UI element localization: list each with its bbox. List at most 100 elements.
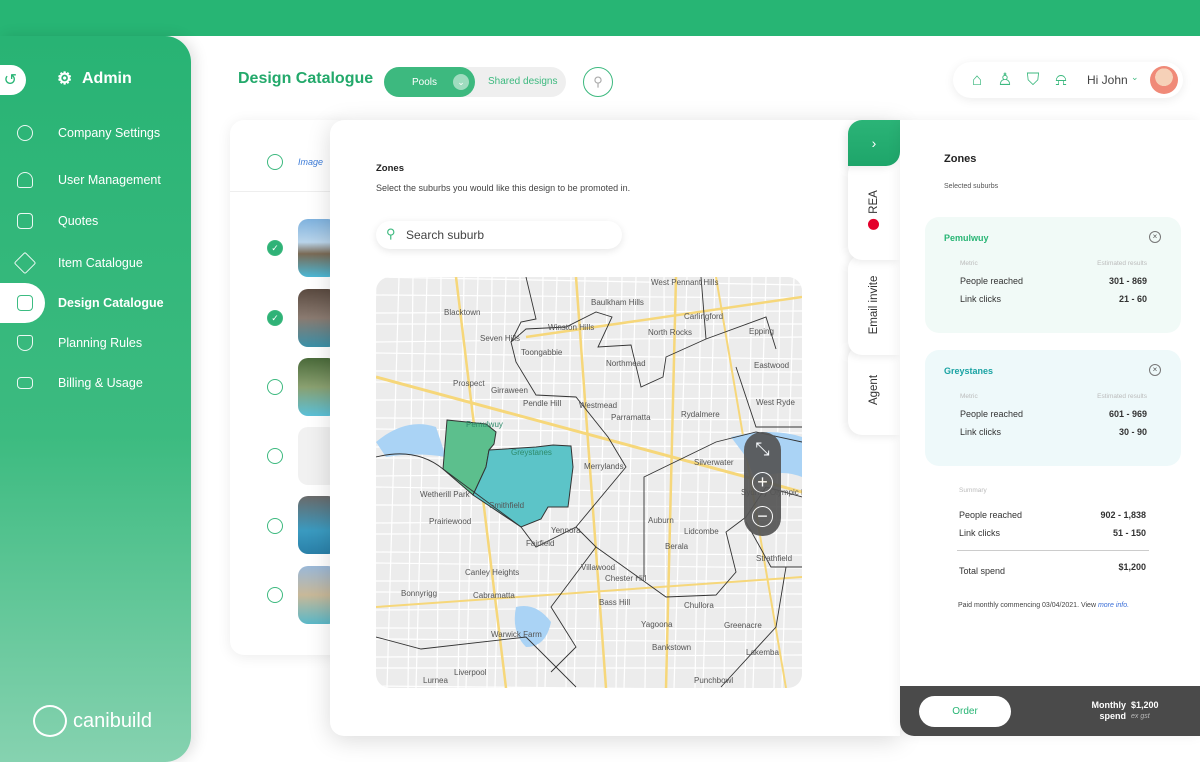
avatar[interactable] <box>1150 66 1178 94</box>
tab-agent[interactable]: Agent <box>848 345 900 435</box>
map-label: Carlingford <box>684 312 723 321</box>
sidebar-item-user-management[interactable]: User Management <box>0 160 191 200</box>
map-road <box>436 277 442 688</box>
tag-icon <box>13 251 37 275</box>
modal-title: Zones <box>376 163 404 174</box>
remove-suburb-button[interactable]: × <box>1149 231 1161 243</box>
shield-icon <box>17 335 33 351</box>
row-checkbox[interactable] <box>267 379 283 395</box>
undo-arrow-icon: ↺ <box>3 72 17 89</box>
tab-email-invite[interactable]: Email invite <box>848 255 900 355</box>
fullscreen-exit-icon[interactable]: ⤡ <box>752 440 773 461</box>
back-button[interactable]: ↺ <box>0 65 26 95</box>
tab-rea[interactable]: REA <box>848 160 900 260</box>
map-label: Merrylands <box>584 462 624 471</box>
map-label: Warwick Farm <box>491 630 542 639</box>
bookmark-icon[interactable]: ⛉ <box>1023 70 1043 90</box>
panel-subtitle: Selected suburbs <box>944 183 999 190</box>
wrench-icon <box>17 125 33 141</box>
map-label: Winston Hills <box>548 323 594 332</box>
user-bar: ⌂ ♙ ⛉ ⍾ Hi John ⌄ <box>953 62 1183 98</box>
map-road <box>376 310 802 314</box>
sidebar-item-design-catalogue[interactable]: Design Catalogue <box>0 283 191 323</box>
chevron-down-icon: ⌄ <box>453 74 469 90</box>
row-checkbox[interactable]: ✓ <box>267 310 283 326</box>
row-checkbox[interactable] <box>267 587 283 603</box>
summary-label: Summary <box>959 487 987 494</box>
zoom-in-button[interactable]: + <box>752 472 773 493</box>
remove-suburb-button[interactable]: × <box>1149 364 1161 376</box>
sidebar-item-company-settings[interactable]: Company Settings <box>0 113 191 153</box>
users-icon <box>17 172 33 188</box>
map-road <box>781 277 795 688</box>
metric-header: Metric Estimated results <box>960 393 1147 400</box>
top-bar <box>0 0 1200 36</box>
map-road <box>415 277 428 688</box>
divider <box>957 550 1149 551</box>
row-checkbox[interactable] <box>267 518 283 534</box>
bell-icon[interactable]: ⍾ <box>1051 70 1071 90</box>
suburb-name: Pemulwuy <box>944 233 989 243</box>
map-label: Chullora <box>684 601 714 610</box>
row-checkbox[interactable]: ✓ <box>267 240 283 256</box>
map-label: Canley Heights <box>465 568 519 577</box>
total-spend: Total spend $1,200 <box>959 562 1146 576</box>
sidebar-item-quotes[interactable]: Quotes <box>0 201 191 241</box>
map-controls: ⤡ + − <box>744 432 781 536</box>
order-button[interactable]: Order <box>919 696 1011 727</box>
catalogue-toggle[interactable]: Pools ⌄ Shared designs <box>384 67 566 97</box>
suburb-map[interactable]: West Pennant Hills Baulkham Hills Blacktow… <box>376 277 802 688</box>
metric-row: People reached 601 - 969 <box>960 409 1147 419</box>
map-label: Villawood <box>581 563 615 572</box>
logo-mark-icon <box>33 705 67 737</box>
summary-people: People reached 902 - 1,838 <box>959 510 1146 520</box>
water-lake <box>514 606 551 647</box>
more-info-link[interactable]: more info. <box>1098 602 1129 609</box>
search-button[interactable]: ⚲ <box>583 67 613 97</box>
map-label: Auburn <box>648 516 674 525</box>
zones-summary-panel: Zones Selected suburbs Pemulwuy × Metric… <box>900 120 1200 736</box>
chevron-down-icon[interactable]: ⌄ <box>1131 72 1139 83</box>
credit-card-icon <box>17 377 33 389</box>
map-label: Lakemba <box>746 648 779 657</box>
sidebar-item-item-catalogue[interactable]: Item Catalogue <box>0 243 191 283</box>
canibuild-logo: canibuild <box>33 705 152 737</box>
map-label: Seven Hills <box>480 334 520 343</box>
map-label: West Ryde <box>756 398 796 407</box>
suburb-name: Greystanes <box>944 366 994 376</box>
user-greeting[interactable]: Hi John <box>1087 73 1128 87</box>
map-label: Lurnea <box>423 676 448 685</box>
suburb-search-input[interactable]: ⚲ Search suburb <box>376 221 622 249</box>
map-canvas[interactable]: West Pennant Hills Baulkham Hills Blacktow… <box>376 277 802 688</box>
modal-subtitle: Select the suburbs you would like this d… <box>376 183 631 193</box>
map-label: Epping <box>749 327 774 336</box>
map-label: Strathfield <box>756 554 792 563</box>
row-checkbox[interactable] <box>267 448 283 464</box>
map-label: Eastwood <box>754 361 789 370</box>
map-label: Berala <box>665 542 689 551</box>
map-label: Westmead <box>579 401 617 410</box>
map-label: Baulkham Hills <box>591 298 644 307</box>
map-label: Pemulwuy <box>466 420 503 429</box>
map-label: Fairfield <box>526 539 554 548</box>
toggle-pools[interactable]: Pools ⌄ <box>384 67 475 97</box>
stamp-icon[interactable]: ♙ <box>995 70 1015 90</box>
zone-greystanes[interactable] <box>472 444 574 528</box>
metric-row: Link clicks 21 - 60 <box>960 294 1147 304</box>
sidebar-item-billing-usage[interactable]: Billing & Usage <box>0 363 191 403</box>
collapse-panel-button[interactable]: › <box>848 120 900 166</box>
map-label: Cabramatta <box>473 591 515 600</box>
map-road <box>376 532 802 535</box>
map-label: West Pennant Hills <box>651 278 718 287</box>
map-label: Wetherill Park <box>420 490 471 499</box>
toggle-shared-designs[interactable]: Shared designs <box>488 76 558 87</box>
map-label: Lidcombe <box>684 527 719 536</box>
column-image: Image <box>298 157 324 167</box>
search-icon: ⚲ <box>386 226 396 241</box>
sidebar-item-planning-rules[interactable]: Planning Rules <box>0 323 191 363</box>
map-label: Blacktown <box>444 308 480 317</box>
zoom-out-button[interactable]: − <box>752 506 773 527</box>
select-all-checkbox[interactable] <box>267 154 283 170</box>
map-label: Northmead <box>606 359 646 368</box>
home-icon[interactable]: ⌂ <box>967 70 987 90</box>
